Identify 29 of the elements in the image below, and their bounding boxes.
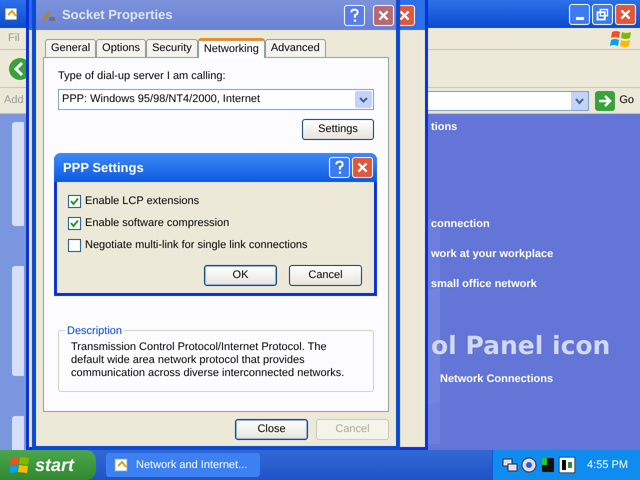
dialog-title: PPP Settings <box>63 158 145 177</box>
tab[interactable]: General <box>45 39 96 57</box>
checkbox-label: Enable LCP extensions <box>85 194 200 209</box>
clock: 4:55 PM <box>587 458 628 473</box>
page-heading: ol Panel icon <box>431 331 610 361</box>
tab[interactable]: Networking <box>198 38 265 58</box>
address-label: Add <box>4 93 24 108</box>
description-text: Transmission Control Protocol/Internet Protocol. The default wide area network protocol that provides communication across diverse interconnected networks. <box>71 340 346 380</box>
checkbox-label: Enable software compression <box>85 216 230 231</box>
task-link[interactable]: small office network <box>431 277 610 291</box>
settings-button[interactable]: Settings <box>302 118 374 140</box>
window-title: Socket Properties <box>62 6 174 24</box>
dialog-button[interactable]: OK <box>204 265 277 286</box>
dialog-button[interactable]: Cancel <box>289 265 362 286</box>
field-label: Type of dial-up server I am calling: <box>58 69 227 84</box>
taskbar-button[interactable]: Network and Internet... <box>106 453 260 477</box>
task-link[interactable]: tions <box>431 120 610 134</box>
tab[interactable]: Security <box>146 39 198 57</box>
checkbox-label: Negotiate multi-link for single link connections <box>85 238 308 253</box>
dropdown-value: PPP: Windows 95/98/NT4/2000, Internet <box>62 92 262 107</box>
task-link[interactable]: work at your workplace <box>431 247 610 261</box>
server-type-dropdown[interactable]: PPP: Windows 95/98/NT4/2000, Internet <box>58 88 374 110</box>
task-link[interactable]: connection <box>431 217 610 231</box>
go-button[interactable]: Go <box>593 90 636 110</box>
tab[interactable]: Advanced <box>264 39 326 57</box>
start-button[interactable]: start <box>0 450 96 480</box>
dialog-button[interactable]: Close <box>235 419 308 440</box>
network-connections-link[interactable]: Network Connections <box>440 371 610 388</box>
tab[interactable]: Options <box>96 39 146 57</box>
